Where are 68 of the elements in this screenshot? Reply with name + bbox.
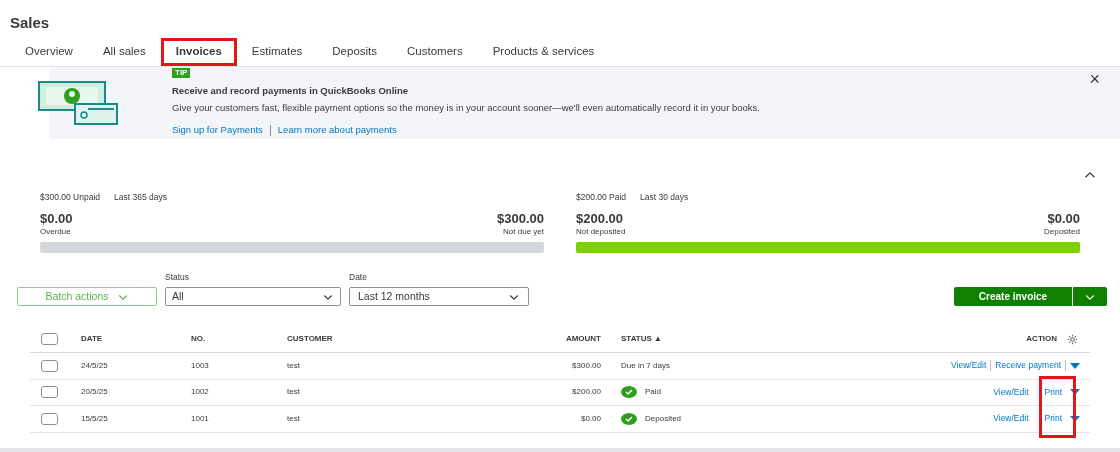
tab[interactable]: Customers: [392, 37, 478, 66]
summary-amount: $0.00: [1047, 211, 1080, 227]
status-label: Status: [165, 271, 191, 284]
tab[interactable]: Deposits: [317, 37, 393, 66]
settings-icon[interactable]: [1067, 333, 1078, 345]
column-header[interactable]: ACTION: [1026, 333, 1057, 345]
table-cell-text: test: [287, 359, 301, 372]
close-button[interactable]: ×: [1089, 68, 1100, 89]
create-options-button[interactable]: [1072, 287, 1107, 306]
tip-link[interactable]: Sign up for Payments: [172, 123, 263, 138]
tab[interactable]: Overview: [10, 37, 88, 66]
column-header[interactable]: DATE: [81, 333, 191, 345]
date-label: Date: [349, 271, 368, 284]
table-cell-text: 24/5/25: [81, 359, 109, 372]
column-header[interactable]: STATUS ▲: [621, 333, 821, 345]
summary-label: Not deposited: [576, 226, 626, 239]
summary-label: Deposited: [1043, 226, 1080, 239]
tip-link[interactable]: Learn more about payments: [277, 123, 397, 138]
status-text: Paid: [645, 386, 661, 399]
table-cell-text: 15/5/25: [81, 412, 109, 425]
summary-period: Last 30 days: [640, 190, 689, 204]
table-cell-text: $300.00: [571, 359, 601, 372]
action-link[interactable]: View/Edit: [993, 412, 1029, 426]
action-link[interactable]: Print: [1044, 385, 1062, 399]
column-header[interactable]: CUSTOMER: [287, 333, 447, 345]
tab[interactable]: Estimates: [236, 37, 318, 66]
table-cell-text: 1002: [191, 386, 210, 399]
action-link[interactable]: Receive payment: [995, 359, 1061, 373]
table-cell-text: 1003: [191, 359, 210, 372]
row-checkbox[interactable]: [41, 412, 58, 425]
status-text: Due in 7 days: [621, 359, 670, 372]
table-cell-text: $200.00: [571, 386, 601, 399]
summary-amount: $300.00: [497, 211, 544, 227]
summary-label: Overdue: [40, 226, 72, 239]
status-dropdown[interactable]: All: [165, 287, 341, 306]
summary-headline: $300.00 Unpaid: [40, 190, 101, 204]
table-cell-text: test: [287, 412, 301, 425]
caret-down-icon[interactable]: [1070, 389, 1080, 396]
page-title: Sales: [10, 13, 51, 33]
column-header[interactable]: AMOUNT: [447, 333, 601, 345]
table-cell-text: 1001: [191, 412, 210, 425]
action-link[interactable]: Print: [1044, 412, 1062, 426]
tip-title: Receive and record payments in QuickBooks Online: [172, 83, 408, 98]
row-checkbox[interactable]: [41, 386, 58, 399]
summary-period: Last 365 days: [114, 190, 167, 204]
collapse-icon[interactable]: [1084, 170, 1096, 179]
caret-down-icon[interactable]: [1070, 415, 1080, 422]
action-link[interactable]: View/Edit: [951, 359, 987, 373]
status-text: Deposited: [645, 412, 682, 425]
summary-headline: $200.00 Paid: [576, 190, 627, 204]
create-invoice-button[interactable]: Create invoice: [954, 287, 1072, 306]
date-dropdown[interactable]: Last 12 months: [349, 287, 529, 306]
select-all-checkbox[interactable]: [41, 333, 58, 345]
caret-down-icon[interactable]: [1070, 362, 1080, 369]
tab[interactable]: Invoices: [160, 37, 237, 66]
summary-amount: $0.00: [40, 211, 73, 227]
tip-text: Give your customers fast, flexible payment options so the money is in your account sooner—we'll even automatically record it in your books.: [172, 100, 760, 115]
table-cell-text: 20/5/25: [81, 386, 109, 399]
summary-label: Not due yet: [503, 226, 544, 239]
row-checkbox[interactable]: [41, 359, 58, 372]
table-cell-text: $0.00: [579, 412, 601, 425]
tab[interactable]: Products & services: [477, 37, 610, 66]
tip-badge: TIP: [172, 67, 191, 78]
tab[interactable]: All sales: [87, 37, 161, 66]
column-header[interactable]: NO.: [191, 333, 287, 345]
table-cell-text: test: [287, 386, 301, 399]
action-link[interactable]: View/Edit: [993, 385, 1029, 399]
summary-amount: $200.00: [576, 211, 624, 227]
